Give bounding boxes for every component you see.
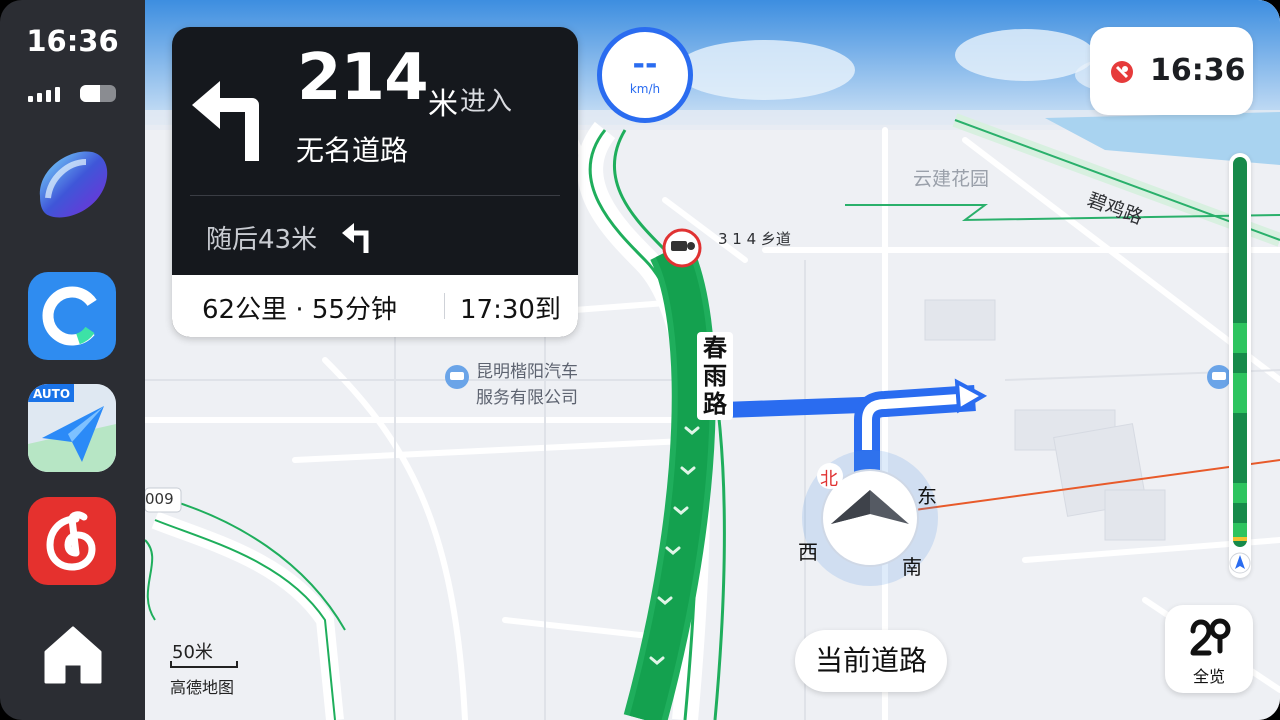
current-road-label: 春 雨 路 — [697, 332, 733, 420]
map-label-314-road: 3 1 4 乡道 — [718, 230, 791, 248]
speed-value: -- — [632, 47, 658, 82]
turn-distance: 214 — [297, 41, 429, 115]
road-char: 雨 — [703, 362, 727, 390]
speed-unit: km/h — [629, 82, 661, 96]
siri-app-icon[interactable] — [28, 140, 116, 228]
turn-guidance-card[interactable]: 214 米 进入 无名道路 随后43米 62公里 · 55分钟 17:30到 — [172, 27, 578, 337]
map-scale: 50米 高德地图 — [170, 638, 250, 698]
arrival-time: 17:30到 — [460, 295, 561, 325]
road-char: 春 — [703, 334, 727, 362]
turn-left-small-icon — [342, 223, 369, 253]
divider — [444, 293, 445, 319]
map-label-road-number: 009 — [145, 490, 174, 508]
distance-unit: 米 — [428, 87, 458, 122]
compass-east: 东 — [917, 484, 937, 508]
turn-action: 进入 — [460, 87, 513, 117]
brand-logo: 高德地图 — [170, 678, 235, 697]
signal-bar — [37, 93, 42, 102]
clock-time: 16:36 — [1150, 53, 1246, 88]
signal-bar — [55, 87, 60, 102]
carplay-dock: 16:36 AUTO — [0, 0, 145, 720]
speed-indicator: -- km/h — [597, 27, 693, 123]
compass-west: 西 — [798, 540, 818, 564]
route-overview-icon — [1190, 618, 1231, 656]
dock-clock: 16:36 — [26, 24, 119, 58]
map-label-garden: 云建花园 — [913, 168, 990, 190]
current-road-button[interactable]: 当前道路 — [795, 630, 947, 692]
amap-badge-label: AUTO — [33, 387, 70, 401]
signal-bar — [28, 96, 33, 102]
recording-icon — [1111, 61, 1133, 83]
road-char: 路 — [703, 390, 727, 418]
remaining-distance-time: 62公里 · 55分钟 — [202, 295, 397, 325]
divider — [190, 195, 560, 196]
battery-icon — [80, 85, 116, 102]
scale-bar — [170, 661, 238, 668]
trip-summary: 62公里 · 55分钟 17:30到 — [172, 275, 578, 337]
netease-music-app-icon[interactable] — [28, 497, 116, 585]
next-road-name: 无名道路 — [296, 134, 409, 167]
turn-left-icon — [192, 81, 259, 161]
map-label-auto-company-2: 服务有限公司 — [476, 388, 578, 408]
c-app-icon[interactable] — [28, 272, 116, 360]
map-label-auto-company-1: 昆明楷阳汽车 — [476, 362, 578, 382]
battery-level — [80, 85, 100, 102]
signal-bar — [46, 90, 51, 102]
overview-button[interactable]: 全览 — [1165, 605, 1253, 693]
overview-label: 全览 — [1192, 667, 1225, 686]
home-icon[interactable] — [40, 622, 106, 688]
compass-north: 北 — [820, 469, 838, 490]
following-maneuver: 随后43米 — [206, 225, 318, 255]
compass-south: 南 — [902, 555, 922, 579]
amap-auto-app-icon[interactable]: AUTO — [28, 384, 116, 472]
status-indicators — [28, 84, 118, 104]
clock-widget[interactable]: 16:36 — [1090, 27, 1253, 115]
traffic-progress-bar — [1229, 153, 1251, 578]
